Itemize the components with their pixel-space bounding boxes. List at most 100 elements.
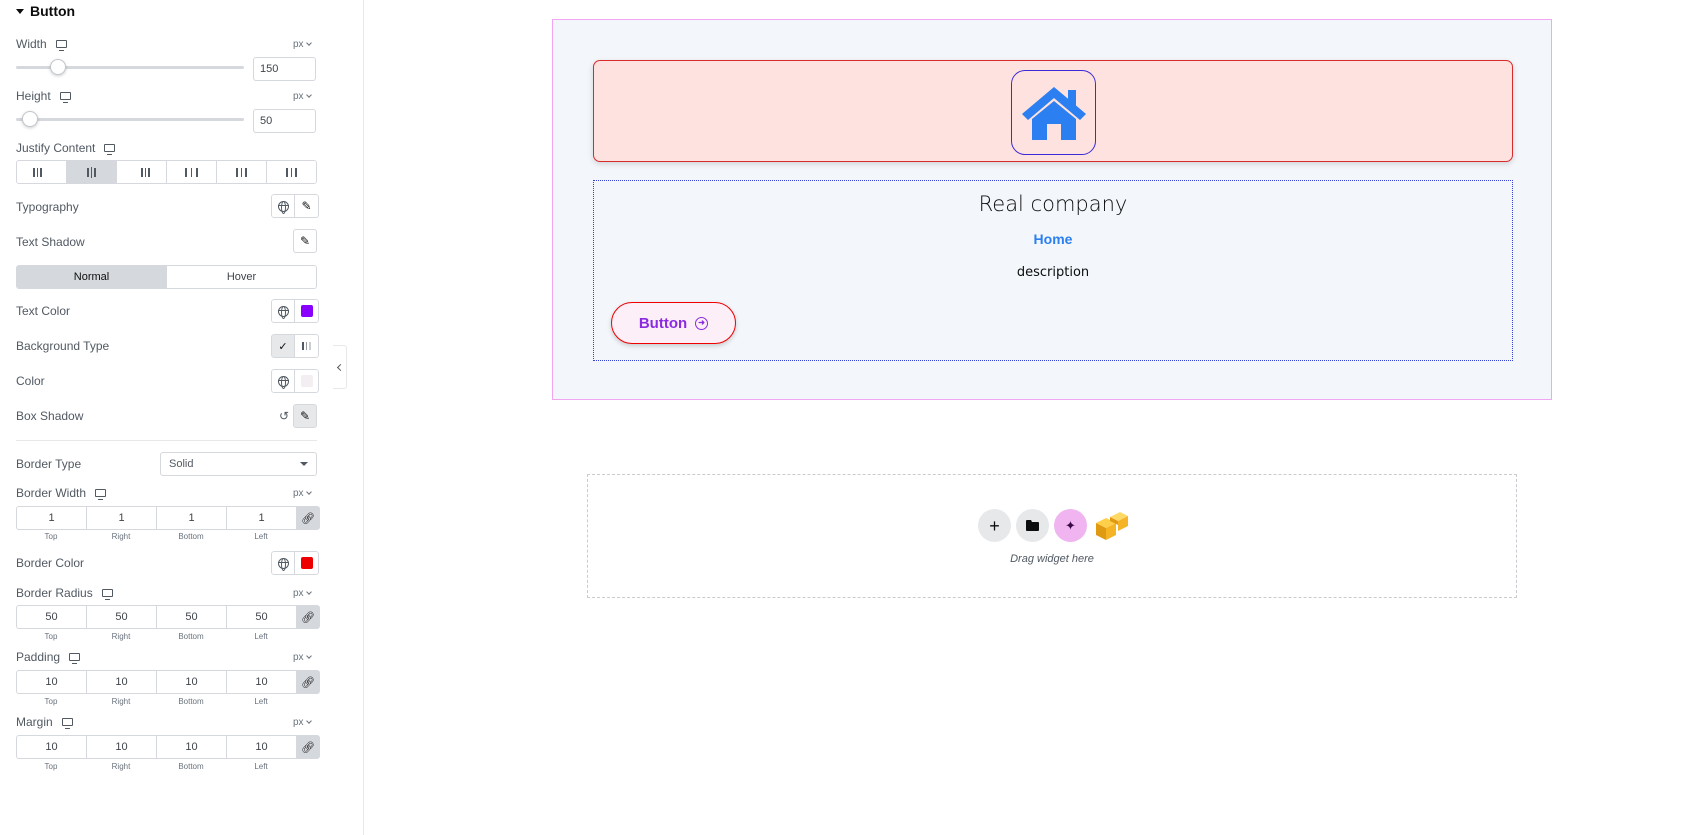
chevron-down-icon: [305, 653, 312, 659]
global-typography-button[interactable]: [271, 194, 295, 218]
dimension-labels: Top Right Bottom Left: [16, 697, 296, 706]
padding-top-input[interactable]: 10: [16, 670, 86, 694]
widget-kit-button[interactable]: [1092, 509, 1130, 548]
padding-unit-select[interactable]: px: [293, 652, 312, 663]
border-radius-unit-select[interactable]: px: [293, 588, 312, 599]
justify-start-button[interactable]: [17, 161, 67, 183]
outer-container[interactable]: Real company Home description Button ➜: [552, 19, 1552, 400]
cta-button[interactable]: Button ➜: [611, 302, 736, 344]
dim-label-bottom: Bottom: [178, 697, 204, 706]
width-unit-select[interactable]: px: [293, 39, 312, 50]
link-values-button[interactable]: 🔗︎: [296, 670, 320, 694]
link-values-button[interactable]: 🔗︎: [296, 506, 320, 530]
desktop-icon[interactable]: [104, 144, 116, 155]
padding-inputs: 10 10 10 10 🔗︎: [16, 670, 320, 694]
tab-normal[interactable]: Normal: [17, 266, 166, 288]
border-width-label-row: Border Width: [16, 486, 107, 500]
dim-label-right: Right: [111, 632, 131, 641]
edit-typography-button[interactable]: ✎: [295, 194, 319, 218]
content-container[interactable]: Real company Home description Button ➜: [593, 180, 1513, 361]
section-toggle-button[interactable]: Button: [16, 3, 75, 19]
desktop-icon[interactable]: [59, 92, 71, 103]
justify-content-label: Justify Content: [16, 141, 96, 155]
height-unit-select[interactable]: px: [293, 91, 312, 102]
ai-generate-button[interactable]: ✦: [1054, 509, 1087, 542]
dim-label-top: Top: [44, 762, 58, 771]
border-radius-left-input[interactable]: 50: [226, 605, 296, 629]
empty-drop-zone[interactable]: + ✦ Drag widget here: [587, 474, 1517, 598]
home-link[interactable]: Home: [594, 231, 1512, 247]
desktop-icon[interactable]: [101, 589, 113, 600]
unit: px: [293, 488, 304, 499]
padding-bottom-input[interactable]: 10: [156, 670, 226, 694]
icon-frame[interactable]: [1011, 70, 1096, 155]
desktop-icon[interactable]: [95, 489, 107, 500]
global-color-button[interactable]: [271, 299, 295, 323]
reset-icon[interactable]: ↺: [279, 409, 289, 423]
border-type-label: Border Type: [16, 457, 82, 471]
border-radius-inputs: 50 50 50 50 🔗︎: [16, 605, 320, 629]
border-color-picker[interactable]: [295, 551, 319, 575]
global-color-button[interactable]: [271, 551, 295, 575]
edit-text-shadow-button[interactable]: ✎: [293, 229, 317, 253]
house-icon: [1021, 86, 1086, 140]
padding-left-input[interactable]: 10: [226, 670, 296, 694]
add-section-button[interactable]: +: [978, 509, 1011, 542]
margin-top-input[interactable]: 10: [16, 735, 86, 759]
justify-end-icon: [133, 167, 150, 177]
width-slider-handle[interactable]: [50, 59, 66, 75]
margin-label: Margin: [16, 715, 53, 729]
margin-unit-select[interactable]: px: [293, 717, 312, 728]
border-width-right-input[interactable]: 1: [86, 506, 156, 530]
border-width-top-input[interactable]: 1: [16, 506, 86, 530]
justify-start-icon: [33, 167, 50, 177]
global-color-button[interactable]: [271, 369, 295, 393]
dim-label-right: Right: [111, 532, 131, 541]
text-color-label: Text Color: [16, 304, 71, 318]
template-library-button[interactable]: [1016, 509, 1049, 542]
background-classic-button[interactable]: ✓: [271, 334, 295, 358]
text-shadow-label: Text Shadow: [16, 235, 85, 249]
border-radius-top-input[interactable]: 50: [16, 605, 86, 629]
dim-label-right: Right: [111, 697, 131, 706]
desktop-icon[interactable]: [69, 653, 81, 664]
border-width-bottom-input[interactable]: 1: [156, 506, 226, 530]
justify-end-button[interactable]: [117, 161, 167, 183]
caret-down-icon: [300, 462, 308, 466]
edit-box-shadow-button[interactable]: ✎: [293, 404, 317, 428]
collapse-panel-button[interactable]: [333, 345, 347, 389]
background-gradient-button[interactable]: [295, 334, 319, 358]
justify-space-between-button[interactable]: [167, 161, 217, 183]
height-slider-handle[interactable]: [22, 111, 38, 127]
justify-space-around-button[interactable]: [217, 161, 267, 183]
text-color-picker[interactable]: [295, 299, 319, 323]
margin-right-input[interactable]: 10: [86, 735, 156, 759]
color-swatch: [300, 305, 313, 317]
border-radius-bottom-input[interactable]: 50: [156, 605, 226, 629]
justify-space-around-icon: [236, 167, 247, 177]
justify-center-button[interactable]: [67, 161, 117, 183]
sparkle-icon: ✦: [1065, 517, 1076, 533]
icon-box-widget[interactable]: [593, 60, 1513, 162]
border-width-left-input[interactable]: 1: [226, 506, 296, 530]
dimension-labels: Top Right Bottom Left: [16, 632, 296, 641]
link-values-button[interactable]: 🔗︎: [296, 735, 320, 759]
desktop-icon[interactable]: [55, 40, 67, 51]
justify-space-evenly-button[interactable]: [267, 161, 316, 183]
justify-content-label-row: Justify Content: [16, 141, 116, 155]
border-width-unit-select[interactable]: px: [293, 488, 312, 499]
margin-left-input[interactable]: 10: [226, 735, 296, 759]
tab-hover[interactable]: Hover: [166, 266, 316, 288]
desktop-icon[interactable]: [61, 718, 73, 729]
link-values-button[interactable]: 🔗︎: [296, 605, 320, 629]
link-icon: 🔗︎: [301, 676, 315, 689]
margin-bottom-input[interactable]: 10: [156, 735, 226, 759]
height-input[interactable]: 50: [253, 109, 316, 133]
background-color-picker[interactable]: [295, 369, 319, 393]
border-radius-right-input[interactable]: 50: [86, 605, 156, 629]
width-input[interactable]: 150: [253, 57, 316, 81]
border-type-select[interactable]: Solid: [160, 452, 317, 476]
caret-down-icon: [16, 8, 24, 14]
height-slider[interactable]: [16, 118, 244, 121]
padding-right-input[interactable]: 10: [86, 670, 156, 694]
